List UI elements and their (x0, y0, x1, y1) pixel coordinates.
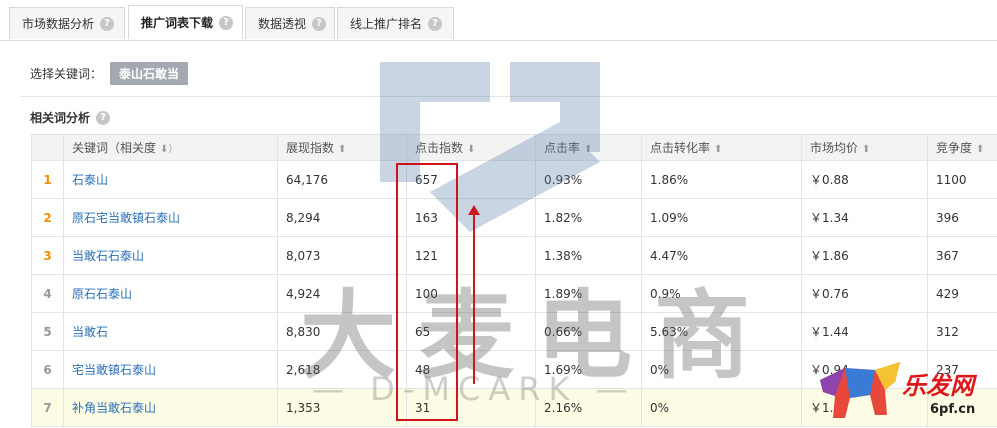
tab-label: 市场数据分析 (22, 17, 95, 31)
table-row: 4 原石石泰山 4,924 100 1.89% 0.9% ￥0.76 429 (31, 274, 997, 313)
col-rank (31, 134, 64, 161)
ctr-cell: 1.89% (535, 274, 642, 313)
keyword-select-label: 选择关键词： (30, 66, 103, 81)
table-row: 2 原石宅当敢镇石泰山 8,294 163 1.82% 1.09% ￥1.34 … (31, 198, 997, 237)
clicks-cell: 65 (406, 312, 536, 351)
col-conversion[interactable]: 点击转化率 ⬆ (641, 134, 802, 161)
tab-online-ranking[interactable]: 线上推广排名 ? (337, 7, 454, 39)
keyword-select-row: 选择关键词： 泰山石敢当 (30, 61, 189, 85)
help-icon[interactable]: ? (428, 16, 443, 31)
col-clicks[interactable]: 点击指数 ⬇ (406, 134, 536, 161)
table-row: 7 补角当敢石泰山 1,353 31 2.16% 0% ￥1. (31, 388, 997, 427)
help-icon[interactable]: ? (100, 16, 115, 31)
clicks-cell: 657 (406, 160, 536, 199)
keyword-link[interactable]: 原石石泰山 (63, 274, 278, 313)
price-cell: ￥0.88 (801, 160, 928, 199)
sort-up-icon[interactable]: ⬆ (976, 144, 984, 155)
clicks-cell: 31 (406, 388, 536, 427)
tab-label: 线上推广排名 (350, 17, 423, 31)
rank-cell: 3 (31, 236, 64, 275)
selected-keyword-chip[interactable]: 泰山石敢当 (110, 61, 189, 85)
competition-cell: 429 (927, 274, 997, 313)
competition-cell: 367 (927, 236, 997, 275)
price-cell: ￥1.34 (801, 198, 928, 237)
tab-label: 推广词表下载 (141, 16, 214, 30)
col-impressions[interactable]: 展现指数 ⬆ (277, 134, 407, 161)
tab-keyword-download[interactable]: 推广词表下载 ? (128, 5, 243, 39)
ctr-cell: 1.82% (535, 198, 642, 237)
ctr-cell: 1.38% (535, 236, 642, 275)
ctr-cell: 2.16% (535, 388, 642, 427)
impressions-cell: 8,073 (277, 236, 407, 275)
help-icon[interactable]: ? (312, 16, 327, 31)
competition-cell: 1100 (927, 160, 997, 199)
clicks-cell: 100 (406, 274, 536, 313)
sort-down-icon[interactable]: ⬇ (467, 144, 475, 155)
keyword-link[interactable]: 当敢石石泰山 (63, 236, 278, 275)
rank-cell: 7 (31, 388, 64, 427)
keyword-link[interactable]: 宅当敢镇石泰山 (63, 350, 278, 389)
arrow-shaft (473, 212, 475, 384)
table-header: 关键词（相关度 ⬇） 展现指数 ⬆ 点击指数 ⬇ 点击率 ⬆ 点击转化率 ⬆ 市场均价 ⬆ … (31, 134, 997, 161)
sort-down-icon[interactable]: ⬇） (160, 144, 178, 155)
brand-url: 6pf.cn (930, 402, 976, 417)
tab-label: 数据透视 (258, 17, 307, 31)
impressions-cell: 64,176 (277, 160, 407, 199)
conversion-cell: 4.47% (641, 236, 802, 275)
ctr-cell: 0.66% (535, 312, 642, 351)
ctr-cell: 0.93% (535, 160, 642, 199)
col-avg-price[interactable]: 市场均价 ⬆ (801, 134, 928, 161)
rank-cell: 1 (31, 160, 64, 199)
table-row: 3 当敢石石泰山 8,073 121 1.38% 4.47% ￥1.86 367 (31, 236, 997, 275)
conversion-cell: 1.09% (641, 198, 802, 237)
conversion-cell: 0% (641, 350, 802, 389)
keyword-link[interactable]: 补角当敢石泰山 (63, 388, 278, 427)
price-cell: ￥0.76 (801, 274, 928, 313)
keyword-link[interactable]: 石泰山 (63, 160, 278, 199)
impressions-cell: 2,618 (277, 350, 407, 389)
rank-cell: 6 (31, 350, 64, 389)
tab-bar: 市场数据分析 ? 推广词表下载 ? 数据透视 ? 线上推广排名 ? (0, 0, 997, 41)
help-icon[interactable]: ? (96, 110, 111, 125)
tab-data-pivot[interactable]: 数据透视 ? (245, 7, 335, 39)
table-row: 1 石泰山 64,176 657 0.93% 1.86% ￥0.88 1100 (31, 160, 997, 199)
impressions-cell: 8,830 (277, 312, 407, 351)
col-ctr[interactable]: 点击率 ⬆ (535, 134, 642, 161)
col-competition[interactable]: 竞争度 ⬆ (927, 134, 997, 161)
help-icon[interactable]: ? (219, 15, 234, 30)
section-title: 相关词分析 ? (30, 109, 111, 126)
table-row: 5 当敢石 8,830 65 0.66% 5.63% ￥1.44 312 (31, 312, 997, 351)
conversion-cell: 1.86% (641, 160, 802, 199)
rank-cell: 2 (31, 198, 64, 237)
competition-cell: 312 (927, 312, 997, 351)
col-keyword[interactable]: 关键词（相关度 ⬇） (63, 134, 278, 161)
divider (20, 96, 997, 97)
keyword-link[interactable]: 当敢石 (63, 312, 278, 351)
related-keywords-table: 关键词（相关度 ⬇） 展现指数 ⬆ 点击指数 ⬇ 点击率 ⬆ 点击转化率 ⬆ 市场均价 ⬆ … (31, 134, 997, 427)
clicks-cell: 48 (406, 350, 536, 389)
brand-name: 乐发网 (902, 372, 974, 400)
sort-up-icon[interactable]: ⬆ (714, 144, 722, 155)
sort-up-icon[interactable]: ⬆ (584, 144, 592, 155)
section-title-text: 相关词分析 (30, 111, 91, 125)
conversion-cell: 0% (641, 388, 802, 427)
impressions-cell: 8,294 (277, 198, 407, 237)
clicks-cell: 121 (406, 236, 536, 275)
sort-up-icon[interactable]: ⬆ (338, 144, 346, 155)
keyword-link[interactable]: 原石宅当敢镇石泰山 (63, 198, 278, 237)
ctr-cell: 1.69% (535, 350, 642, 389)
table-row: 6 宅当敢镇石泰山 2,618 48 1.69% 0% ￥0.94 237 (31, 350, 997, 389)
tab-market-analysis[interactable]: 市场数据分析 ? (9, 7, 125, 39)
conversion-cell: 5.63% (641, 312, 802, 351)
conversion-cell: 0.9% (641, 274, 802, 313)
sort-up-icon[interactable]: ⬆ (862, 144, 870, 155)
price-cell: ￥1.86 (801, 236, 928, 275)
impressions-cell: 4,924 (277, 274, 407, 313)
competition-cell: 396 (927, 198, 997, 237)
impressions-cell: 1,353 (277, 388, 407, 427)
rank-cell: 4 (31, 274, 64, 313)
price-cell: ￥1.44 (801, 312, 928, 351)
rank-cell: 5 (31, 312, 64, 351)
